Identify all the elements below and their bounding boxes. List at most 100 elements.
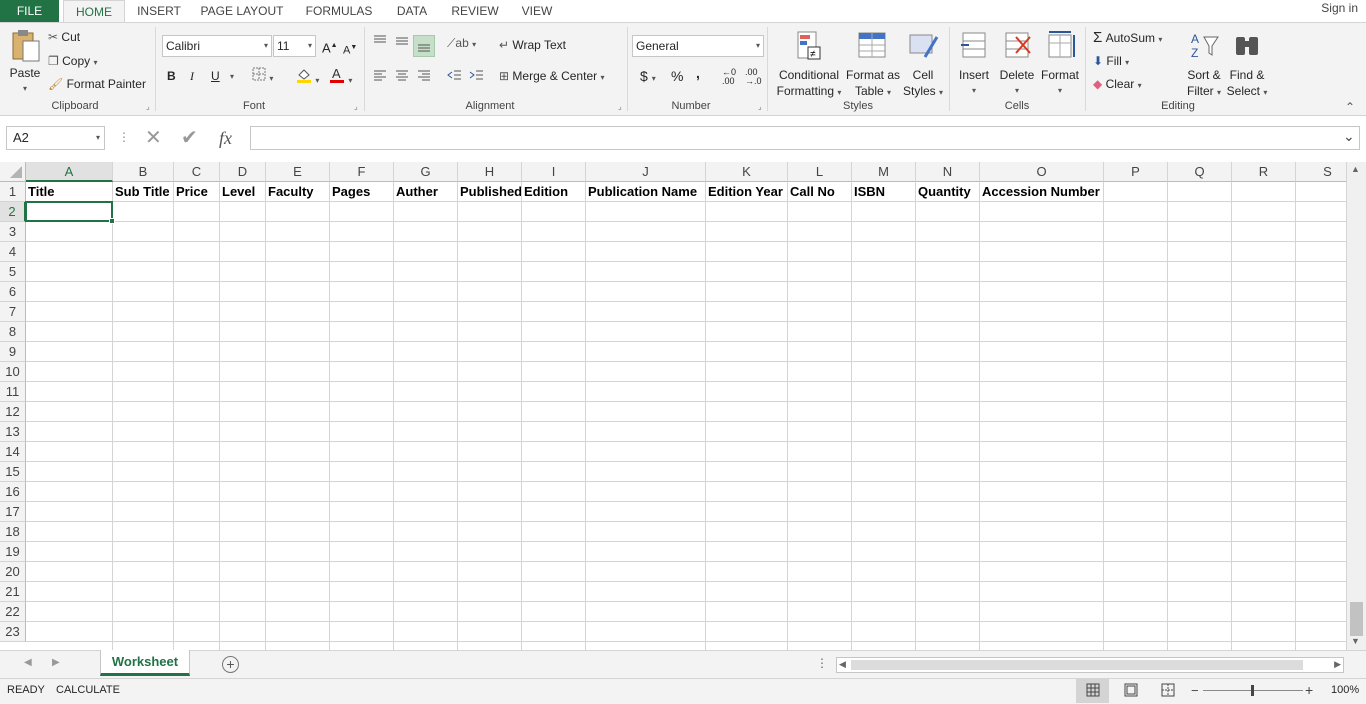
fill-button[interactable]: ⬇ Fill ▾ — [1093, 53, 1129, 71]
enter-check-icon[interactable]: ✔ — [181, 126, 198, 150]
column-header-p[interactable]: P — [1104, 162, 1168, 182]
collapse-ribbon-icon[interactable]: ⌃ — [1345, 99, 1355, 115]
comma-style-button[interactable]: , — [696, 65, 700, 81]
autosum-button[interactable]: Σ AutoSum ▾ — [1093, 30, 1162, 48]
format-cells-button[interactable]: Format ▾ — [1039, 29, 1081, 99]
row-header-21[interactable]: 21 — [0, 582, 26, 602]
align-right-button[interactable] — [416, 68, 432, 86]
row-header-22[interactable]: 22 — [0, 602, 26, 622]
row-header-12[interactable]: 12 — [0, 402, 26, 422]
page-break-view-icon[interactable] — [1161, 683, 1175, 700]
column-header-g[interactable]: G — [394, 162, 458, 182]
expand-formula-bar-icon[interactable]: ⌄ — [1343, 128, 1355, 145]
tab-data[interactable]: DATA — [390, 0, 434, 22]
dialog-launcher-icon[interactable]: ⌟ — [354, 102, 358, 111]
column-header-l[interactable]: L — [788, 162, 852, 182]
column-header-r[interactable]: R — [1232, 162, 1296, 182]
cell-g1[interactable]: Auther — [394, 182, 457, 202]
wrap-text-button[interactable]: ↵ Wrap Text — [499, 37, 566, 53]
tab-formulas[interactable]: FORMULAS — [299, 0, 379, 22]
cell-c1[interactable]: Price — [174, 182, 219, 202]
column-header-c[interactable]: C — [174, 162, 220, 182]
chevron-down-icon[interactable]: ▾ — [96, 127, 100, 149]
row-header-4[interactable]: 4 — [0, 242, 26, 262]
align-center-button[interactable] — [394, 68, 410, 86]
font-color-button[interactable]: A ▾ — [329, 66, 352, 89]
borders-button[interactable]: ▾ — [252, 67, 273, 87]
name-box[interactable]: A2 ▾ — [6, 126, 105, 150]
cell-r1[interactable] — [1232, 182, 1295, 202]
active-cell-selection[interactable] — [25, 201, 115, 224]
horizontal-scroll-thumb[interactable] — [851, 660, 1303, 670]
align-bottom-button[interactable] — [413, 35, 435, 57]
scroll-up-icon[interactable]: ▲ — [1351, 164, 1360, 174]
cell-k1[interactable]: Edition Year — [706, 182, 787, 202]
zoom-slider-thumb[interactable] — [1251, 685, 1254, 696]
increase-decimal-button[interactable]: ←0.00 — [722, 68, 736, 86]
status-calculate[interactable]: CALCULATE — [56, 684, 120, 696]
find-select-button[interactable]: Find & Select ▾ — [1226, 29, 1268, 101]
cell-d1[interactable]: Level — [220, 182, 265, 202]
horizontal-scrollbar[interactable]: ◀ ▶ — [836, 657, 1344, 673]
zoom-in-icon[interactable]: + — [1305, 682, 1313, 698]
cell-n1[interactable]: Quantity — [916, 182, 979, 202]
cut-button[interactable]: ✂ Cut — [48, 29, 80, 45]
sheet-tab-worksheet[interactable]: Worksheet — [100, 650, 190, 676]
tab-file[interactable]: FILE — [0, 0, 59, 22]
cell-b1[interactable]: Sub Title — [113, 182, 173, 202]
row-header-15[interactable]: 15 — [0, 462, 26, 482]
select-all-corner[interactable] — [0, 162, 26, 182]
zoom-level[interactable]: 100% — [1331, 684, 1359, 696]
worksheet-grid[interactable]: ABCDEFGHIJKLMNOPQRS 1 2 3 4 5 6 7 8 9 10 11 12 13 14 1… — [0, 162, 1346, 650]
tab-home[interactable]: HOME — [63, 0, 125, 23]
decrease-font-button[interactable]: A▼ — [343, 40, 357, 59]
row-header-19[interactable]: 19 — [0, 542, 26, 562]
font-name-select[interactable]: Calibri ▾ — [162, 35, 272, 57]
column-header-e[interactable]: E — [266, 162, 330, 182]
dialog-launcher-icon[interactable]: ⌟ — [758, 102, 762, 111]
format-as-table-button[interactable]: Format as Table ▾ — [846, 29, 900, 101]
column-header-b[interactable]: B — [113, 162, 174, 182]
tab-review[interactable]: REVIEW — [446, 0, 504, 22]
font-size-select[interactable]: 11 ▾ — [273, 35, 316, 57]
column-header-s[interactable]: S — [1296, 162, 1346, 182]
insert-function-icon[interactable]: fx — [219, 126, 232, 150]
cell-a1[interactable]: Title — [26, 182, 112, 202]
row-header-16[interactable]: 16 — [0, 482, 26, 502]
sort-filter-button[interactable]: AZ Sort & Filter ▾ — [1184, 29, 1224, 101]
orientation-button[interactable]: ⟋ab ▾ — [447, 35, 476, 53]
formula-input[interactable] — [250, 126, 1360, 150]
tab-insert[interactable]: INSERT — [131, 0, 187, 22]
next-sheet-icon[interactable]: ▶ — [52, 657, 60, 668]
increase-font-button[interactable]: A▲ — [322, 38, 338, 56]
sign-in-link[interactable]: Sign in — [1321, 0, 1358, 16]
cell-q1[interactable] — [1168, 182, 1231, 202]
fill-handle[interactable] — [109, 218, 115, 224]
clear-button[interactable]: ◆ Clear ▾ — [1093, 76, 1142, 94]
column-header-o[interactable]: O — [980, 162, 1104, 182]
bold-button[interactable]: B — [167, 68, 176, 84]
column-header-i[interactable]: I — [522, 162, 586, 182]
tab-page-layout[interactable]: PAGE LAYOUT — [196, 0, 288, 22]
row-header-9[interactable]: 9 — [0, 342, 26, 362]
cell-e1[interactable]: Faculty — [266, 182, 329, 202]
tab-view[interactable]: VIEW — [514, 0, 560, 22]
column-header-f[interactable]: F — [330, 162, 394, 182]
zoom-out-icon[interactable]: − — [1191, 683, 1199, 698]
row-header-8[interactable]: 8 — [0, 322, 26, 342]
merge-center-button[interactable]: ⊞ Merge & Center ▾ — [499, 68, 604, 86]
column-header-k[interactable]: K — [706, 162, 788, 182]
column-header-q[interactable]: Q — [1168, 162, 1232, 182]
new-sheet-icon[interactable]: + — [222, 656, 239, 673]
decrease-decimal-button[interactable]: .00 →.0 — [745, 68, 762, 86]
cell-f1[interactable]: Pages — [330, 182, 393, 202]
italic-button[interactable]: I — [190, 68, 194, 84]
column-header-m[interactable]: M — [852, 162, 916, 182]
cell-styles-button[interactable]: Cell Styles ▾ — [903, 29, 943, 101]
cell-j1[interactable]: Publication Name — [586, 182, 705, 202]
percent-button[interactable]: % — [671, 68, 683, 84]
row-header-14[interactable]: 14 — [0, 442, 26, 462]
vertical-scrollbar[interactable]: ▲ ▼ — [1346, 162, 1366, 650]
row-header-2[interactable]: 2 — [0, 202, 26, 222]
row-header-18[interactable]: 18 — [0, 522, 26, 542]
